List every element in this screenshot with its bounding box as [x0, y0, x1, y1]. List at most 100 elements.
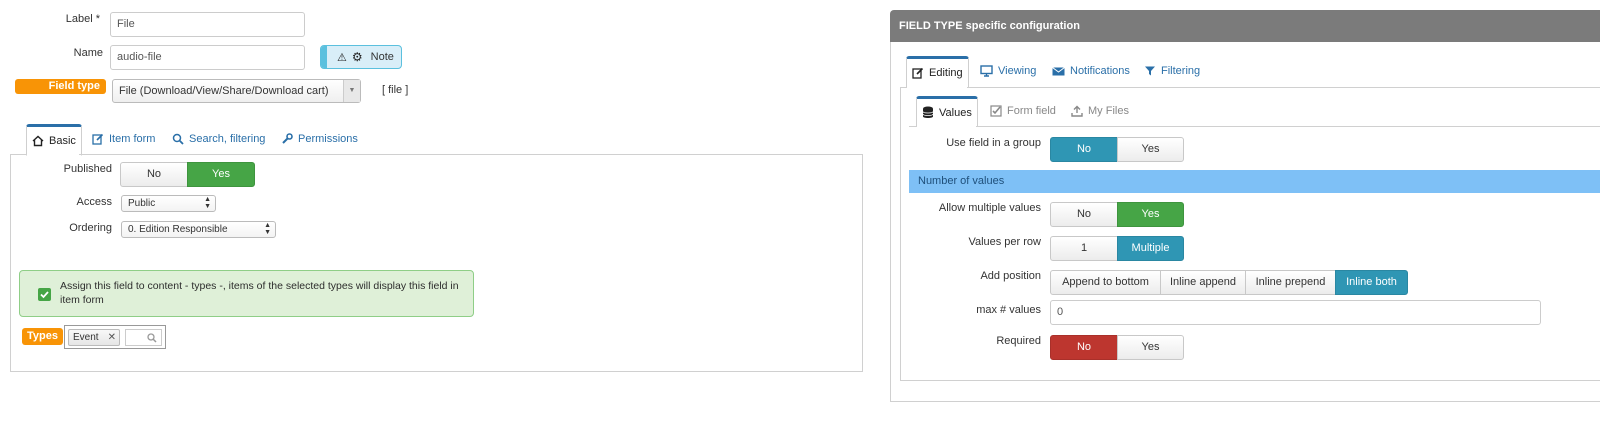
access-label: Access — [76, 196, 112, 208]
gear-icon: ⚙ — [351, 50, 363, 64]
wrench-icon — [282, 133, 293, 144]
tab-filtering-label: Filtering — [1161, 65, 1201, 77]
tab-basic-connector — [27, 153, 79, 155]
search-icon — [147, 333, 157, 343]
envelope-icon — [1052, 66, 1065, 75]
edit-icon — [92, 133, 104, 145]
subtab-values-connector — [917, 125, 976, 127]
allow-multiple-yes-button[interactable]: Yes — [1117, 202, 1184, 227]
subtab-form-field-label: Form field — [1007, 105, 1056, 117]
subtab-my-files[interactable]: My Files — [1071, 103, 1129, 119]
add-position-append-bottom-button[interactable]: Append to bottom — [1050, 270, 1161, 295]
tab-basic[interactable]: Basic — [26, 124, 82, 156]
checkbox-icon — [990, 105, 1002, 117]
add-position-toggle: Append to bottom Inline append Inline pr… — [1050, 270, 1408, 295]
tab-notifications[interactable]: Notifications — [1052, 63, 1130, 79]
add-position-label: Add position — [980, 270, 1041, 282]
select-arrows-icon: ▲ ▼ — [264, 222, 271, 236]
assign-checkbox[interactable] — [38, 288, 51, 301]
name-input[interactable]: audio-file — [110, 45, 305, 70]
tab-item-form-label: Item form — [109, 133, 156, 145]
select-arrows-icon: ▲ ▼ — [204, 196, 211, 210]
values-subtab-panel — [909, 126, 1600, 127]
tab-viewing-label: Viewing — [998, 65, 1037, 77]
types-search-box[interactable] — [125, 329, 162, 346]
tab-editing[interactable]: Editing — [906, 56, 969, 88]
access-value: Public — [128, 198, 156, 209]
published-no-button[interactable]: No — [120, 162, 188, 187]
subtab-my-files-label: My Files — [1088, 105, 1129, 117]
number-of-values-section: Number of values — [909, 170, 1600, 193]
filter-icon — [1145, 66, 1155, 76]
database-icon — [922, 106, 934, 118]
name-field-label: Name — [73, 47, 103, 59]
tab-search-filtering[interactable]: Search, filtering — [172, 131, 265, 147]
search-icon — [172, 133, 184, 145]
tab-editing-label: Editing — [929, 67, 963, 79]
tab-viewing[interactable]: Viewing — [980, 63, 1036, 79]
allow-multiple-no-button[interactable]: No — [1050, 202, 1118, 227]
remove-chip-icon[interactable]: ✕ — [108, 330, 116, 345]
required-yes-button[interactable]: Yes — [1117, 335, 1184, 360]
subtab-values[interactable]: Values — [916, 96, 978, 127]
field-type-config-header: FIELD TYPE specific configuration — [890, 10, 1600, 42]
check-icon — [40, 291, 49, 299]
max-values-input[interactable]: 0 — [1050, 300, 1541, 325]
allow-multiple-toggle: No Yes — [1050, 202, 1184, 227]
required-label: Required — [996, 335, 1041, 347]
use-group-no-button[interactable]: No — [1050, 137, 1118, 162]
tab-basic-label: Basic — [49, 135, 76, 147]
tab-filtering[interactable]: Filtering — [1144, 63, 1200, 79]
tab-item-form[interactable]: Item form — [92, 131, 155, 147]
tab-permissions[interactable]: Permissions — [281, 131, 358, 147]
number-of-values-title: Number of values — [918, 175, 1005, 187]
add-position-inline-append-button[interactable]: Inline append — [1160, 270, 1246, 295]
values-per-row-label: Values per row — [968, 236, 1041, 248]
add-position-inline-prepend-button[interactable]: Inline prepend — [1245, 270, 1336, 295]
note-button-accent — [321, 46, 327, 68]
tab-editing-connector — [907, 86, 967, 88]
add-position-inline-both-button[interactable]: Inline both — [1335, 270, 1408, 295]
ordering-value: 0. Edition Responsible — [128, 224, 228, 235]
allow-multiple-label: Allow multiple values — [938, 202, 1041, 214]
use-group-yes-button[interactable]: Yes — [1117, 137, 1184, 162]
values-per-row-toggle: 1 Multiple — [1050, 236, 1184, 261]
note-button[interactable]: ⚠ ⚙ Note — [320, 45, 402, 69]
values-per-row-multiple-button[interactable]: Multiple — [1117, 236, 1184, 261]
types-selector[interactable]: Event ✕ — [64, 325, 166, 349]
monitor-icon — [980, 65, 993, 77]
required-no-button[interactable]: No — [1050, 335, 1118, 360]
field-type-config-title: FIELD TYPE specific configuration — [899, 20, 1080, 32]
published-yes-button[interactable]: Yes — [187, 162, 255, 187]
upload-icon — [1071, 105, 1083, 117]
ordering-label: Ordering — [69, 222, 112, 234]
warning-icon: ⚠ — [337, 51, 347, 64]
note-label: Note — [370, 51, 394, 63]
subtab-values-label: Values — [939, 106, 972, 119]
label-field-label: Label * — [65, 13, 100, 25]
ordering-select[interactable]: 0. Edition Responsible ▲ ▼ — [121, 221, 276, 238]
tab-notifications-label: Notifications — [1070, 65, 1130, 77]
field-type-value: File (Download/View/Share/Download cart) — [119, 85, 329, 97]
published-label: Published — [63, 163, 112, 175]
tab-search-filtering-label: Search, filtering — [189, 133, 266, 145]
label-input[interactable]: File — [110, 12, 305, 37]
field-type-arrow: ▼ — [343, 80, 360, 102]
access-select[interactable]: Public ▲ ▼ — [121, 195, 216, 212]
type-chip-label: Event — [73, 332, 99, 343]
types-label: Types — [22, 328, 63, 345]
subtab-form-field[interactable]: Form field — [990, 103, 1056, 119]
assign-notice: Assign this field to content - types -, … — [19, 270, 474, 317]
field-type-select[interactable]: File (Download/View/Share/Download cart)… — [112, 79, 361, 103]
use-group-toggle: No Yes — [1050, 137, 1184, 162]
values-per-row-1-button[interactable]: 1 — [1050, 236, 1118, 261]
home-icon — [32, 135, 44, 147]
tab-permissions-label: Permissions — [298, 133, 358, 145]
field-type-label: Field type — [15, 79, 106, 94]
max-values-label: max # values — [976, 304, 1041, 316]
use-group-label: Use field in a group — [946, 137, 1041, 149]
required-toggle: No Yes — [1050, 335, 1184, 360]
assign-notice-text: Assign this field to content - types -, … — [60, 280, 459, 306]
edit-icon — [912, 67, 924, 79]
published-toggle: No Yes — [120, 162, 255, 187]
